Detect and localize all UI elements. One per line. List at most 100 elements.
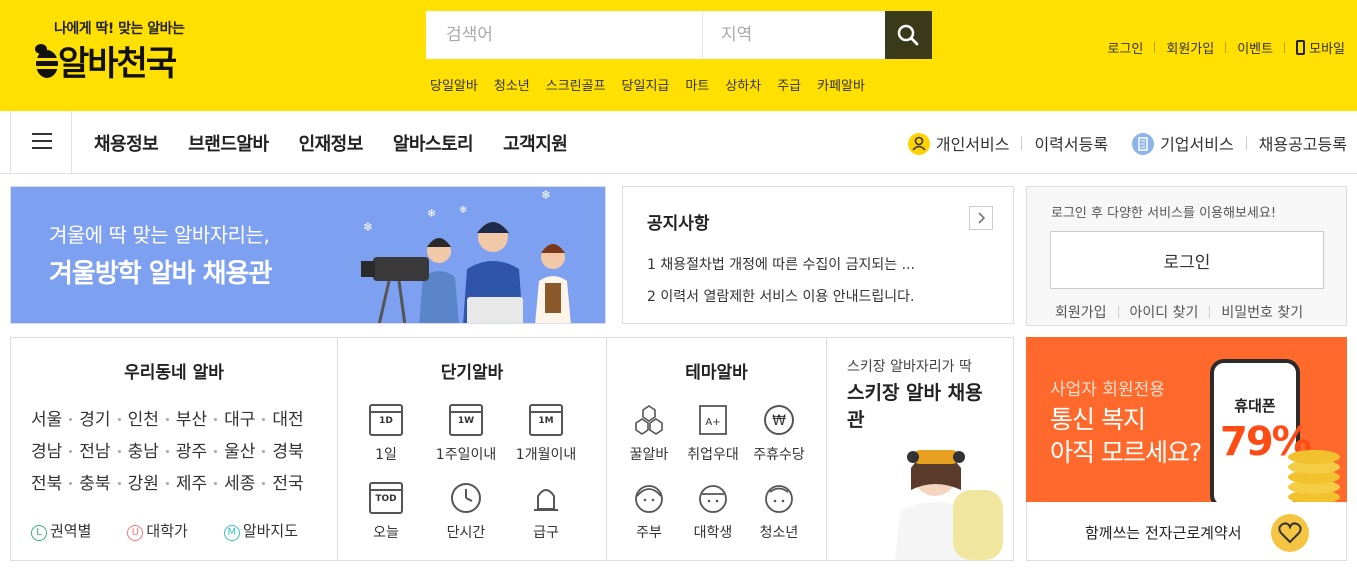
telecom-benefit-ad[interactable]: 사업자 회원전용 통신 복지 아직 모르세요? 휴대폰 79% xyxy=(1026,337,1347,502)
region-row: 서울 경기 인천 부산 대구 대전 xyxy=(31,404,321,436)
ski-resort-promo[interactable]: 스키장 알바자리가 딱 스키장 알바 채용관 xyxy=(827,338,1013,560)
university-area-link[interactable]: U 대학가 xyxy=(127,520,188,541)
map-m-icon: M xyxy=(223,525,240,541)
region-link[interactable]: 경북 xyxy=(272,442,303,462)
hot-keyword-link[interactable]: 당일알바 xyxy=(430,75,478,94)
region-link[interactable]: 인천 xyxy=(128,410,159,430)
ad-title: 통신 복지 아직 모르세요? xyxy=(1050,403,1202,469)
region-link[interactable]: 충남 xyxy=(128,442,159,462)
region-link[interactable]: 전남 xyxy=(79,442,110,462)
corporate-service-label: 기업서비스 xyxy=(1160,135,1234,154)
region-link[interactable]: 강원 xyxy=(128,474,159,494)
signup-link[interactable]: 회원가입 xyxy=(1166,38,1214,57)
calendar-today-icon: TOD xyxy=(369,482,403,514)
hot-keyword-link[interactable]: 주급 xyxy=(777,75,801,94)
short-term-1day[interactable]: 1D 1일 xyxy=(346,404,426,464)
short-term-label: 오늘 xyxy=(373,525,399,541)
ad-label: 사업자 회원전용 xyxy=(1050,380,1165,400)
signup-link[interactable]: 회원가입 xyxy=(1055,302,1107,322)
region-link[interactable]: 서울 xyxy=(31,410,62,430)
utility-links: 로그인 회원가입 이벤트 모바일 xyxy=(1107,38,1345,57)
region-link[interactable]: 부산 xyxy=(176,410,207,430)
calendar-1m-icon: 1M xyxy=(529,404,563,436)
nav-item-jobs[interactable]: 채용정보 xyxy=(94,130,159,156)
short-term-urgent[interactable]: 급구 xyxy=(506,482,586,542)
person-icon xyxy=(907,133,930,155)
login-link[interactable]: 로그인 xyxy=(1107,38,1143,57)
region-link[interactable]: 대전 xyxy=(272,410,303,430)
ski-promo-subtitle: 스키장 알바자리가 딱 xyxy=(847,359,972,375)
divider xyxy=(1209,306,1211,318)
region-link[interactable]: 경기 xyxy=(79,410,110,430)
hot-keyword-link[interactable]: 스크린골프 xyxy=(546,75,606,94)
keyword-search-input[interactable] xyxy=(426,11,702,59)
short-term-1month[interactable]: 1M 1개월이내 xyxy=(506,404,586,464)
short-term-1week[interactable]: 1W 1주일이내 xyxy=(426,404,506,464)
svg-text:❄: ❄ xyxy=(459,205,467,216)
corporate-service-link[interactable]: 기업서비스 xyxy=(1132,131,1234,155)
clock-icon xyxy=(449,482,483,514)
honeycomb-icon xyxy=(632,404,666,436)
job-post-register-link[interactable]: 채용공고등록 xyxy=(1259,131,1347,155)
region-row: 경남 전남 충남 광주 울산 경북 xyxy=(31,436,321,468)
neighborhood-title: 우리동네 알바 xyxy=(124,363,224,383)
svg-text:A+: A+ xyxy=(705,417,720,428)
hot-keyword-link[interactable]: 당일지급 xyxy=(622,75,670,94)
university-area-label: 대학가 xyxy=(146,522,188,540)
region-by-area-link[interactable]: L 권역별 xyxy=(31,520,91,541)
notice-more-button[interactable] xyxy=(969,206,993,230)
region-link[interactable]: 광주 xyxy=(176,442,207,462)
hot-keyword-link[interactable]: 마트 xyxy=(685,75,709,94)
theme-teen[interactable]: 청소년 xyxy=(739,482,819,542)
mobile-phone-icon xyxy=(1296,40,1306,55)
menu-toggle-button[interactable] xyxy=(10,111,72,173)
resume-register-link[interactable]: 이력서등록 xyxy=(1034,131,1108,155)
divider xyxy=(1245,136,1247,150)
hot-keyword-link[interactable]: 카페알바 xyxy=(817,75,865,94)
notice-item[interactable]: 2 이력서 열람제한 서비스 이용 안내드립니다. xyxy=(647,281,915,313)
region-link[interactable]: 충북 xyxy=(79,474,110,494)
region-link[interactable]: 제주 xyxy=(176,474,207,494)
region-link[interactable]: 전북 xyxy=(31,474,62,494)
search-button[interactable] xyxy=(885,11,932,59)
teen-face-icon xyxy=(762,482,796,514)
building-icon xyxy=(1132,133,1155,155)
event-link[interactable]: 이벤트 xyxy=(1237,38,1273,57)
login-message: 로그인 후 다양한 서비스를 이용해보세요! xyxy=(1051,206,1277,221)
job-map-link[interactable]: M 알바지도 xyxy=(223,520,298,541)
banner-title: 겨울방학 알바 채용관 xyxy=(49,259,272,289)
region-link[interactable]: 대구 xyxy=(224,410,255,430)
e-contract-ad[interactable]: 함께쓰는 전자근로계약서 xyxy=(1026,502,1347,561)
region-search-input[interactable] xyxy=(703,11,885,59)
login-button[interactable]: 로그인 xyxy=(1050,231,1324,289)
nav-item-talent[interactable]: 인재정보 xyxy=(299,130,364,156)
region-link[interactable]: 울산 xyxy=(224,442,255,462)
mobile-link[interactable]: 모바일 xyxy=(1296,38,1345,57)
region-link[interactable]: 전국 xyxy=(272,474,303,494)
svg-text:❄: ❄ xyxy=(541,188,551,202)
svg-text:❄: ❄ xyxy=(427,207,436,220)
nav-item-support[interactable]: 고객지원 xyxy=(503,130,568,156)
find-password-link[interactable]: 비밀번호 찾기 xyxy=(1221,302,1303,322)
short-term-today[interactable]: TOD 오늘 xyxy=(346,482,426,542)
nav-item-story[interactable]: 알바스토리 xyxy=(393,130,474,156)
nav-item-brand[interactable]: 브랜드알바 xyxy=(188,130,269,156)
hamburger-icon xyxy=(32,147,52,149)
winter-banner[interactable]: 겨울에 딱 맞는 알바자리는, 겨울방학 알바 채용관 ❄ ❄ ❄ ❄ xyxy=(10,186,606,324)
notice-item[interactable]: 1 채용절차법 개정에 따른 수집이 금지되는 ... xyxy=(647,249,915,281)
site-logo[interactable]: 나에게 딱! 맞는 알바는 알바천국 xyxy=(32,16,222,86)
hot-keyword-link[interactable]: 청소년 xyxy=(494,75,530,94)
short-term-short-hours[interactable]: 단시간 xyxy=(426,482,506,542)
region-grid: 서울 경기 인천 부산 대구 대전 경남 전남 충남 광주 울산 경북 전북 충북 강원 제주 세종 전국 xyxy=(31,404,321,500)
theme-label: 청소년 xyxy=(759,525,799,541)
divider xyxy=(1021,136,1023,150)
divider xyxy=(1225,42,1227,53)
region-link[interactable]: 세종 xyxy=(224,474,255,494)
find-id-link[interactable]: 아이디 찾기 xyxy=(1130,302,1199,322)
winter-workers-illustration: ❄ ❄ ❄ ❄ xyxy=(361,188,571,323)
region-link[interactable]: 경남 xyxy=(31,442,62,462)
personal-service-link[interactable]: 개인서비스 xyxy=(907,131,1009,155)
theme-weekly-allowance[interactable]: ₩ 주휴수당 xyxy=(739,404,819,464)
hot-keyword-link[interactable]: 상하차 xyxy=(725,75,761,94)
a-plus-icon: A+ xyxy=(696,404,730,436)
